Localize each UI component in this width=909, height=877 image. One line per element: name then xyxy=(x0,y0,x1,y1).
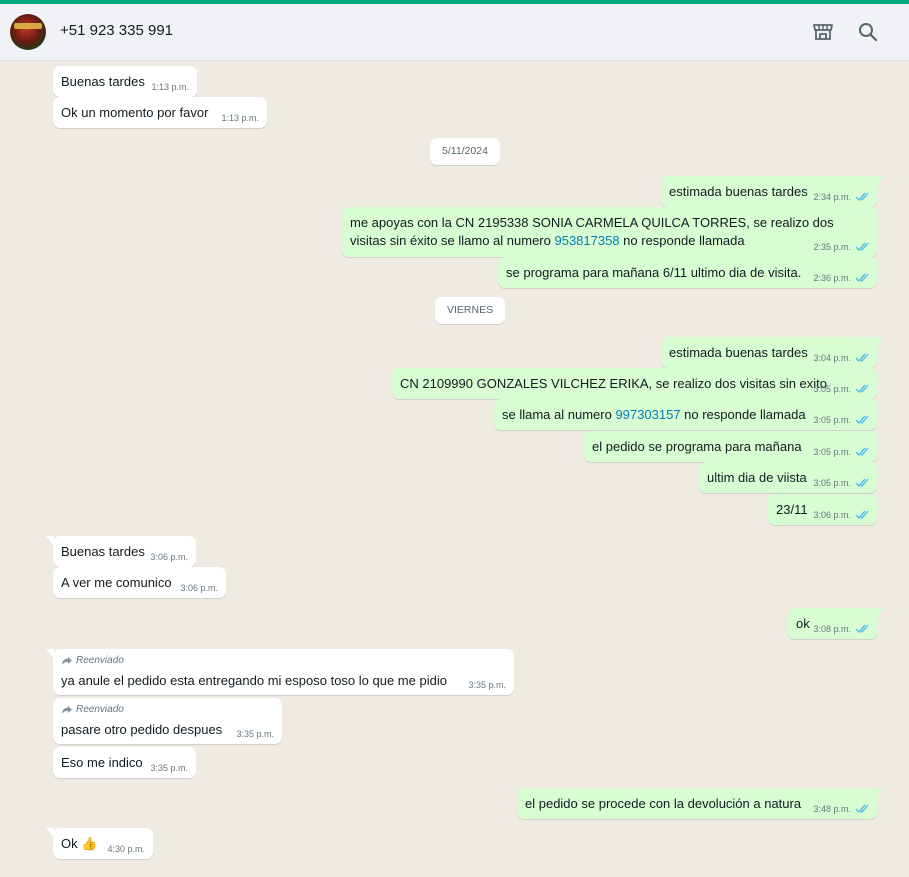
phone-link[interactable]: 953817358 xyxy=(554,233,619,248)
message-in[interactable]: Eso me indico 3:35 p.m. xyxy=(53,747,196,778)
forwarded-label: Reenviado xyxy=(61,704,124,715)
message-time: 3:06 p.m. xyxy=(180,583,218,593)
message-in[interactable]: A ver me comunico 3:06 p.m. xyxy=(53,567,226,598)
message-text: se programa para mañana 6/11 ultimo dia … xyxy=(506,265,802,280)
message-time: 2:35 p.m. xyxy=(813,242,851,252)
message-text: pasare otro pedido despues xyxy=(61,722,223,737)
message-text: estimada buenas tardes xyxy=(669,345,808,360)
message-out[interactable]: el pedido se procede con la devolución a… xyxy=(517,788,884,819)
read-ticks-icon xyxy=(855,447,869,457)
read-ticks-icon xyxy=(855,624,869,634)
message-out[interactable]: estimada buenas tardes 3:04 p.m. xyxy=(661,337,884,368)
forward-arrow-icon xyxy=(62,705,72,714)
contact-name[interactable]: +51 923 335 991 xyxy=(60,22,173,39)
message-in[interactable]: Reenviado ya anule el pedido esta entreg… xyxy=(46,649,514,695)
message-time: 1:13 p.m. xyxy=(151,82,189,92)
read-ticks-icon xyxy=(855,273,869,283)
message-in[interactable]: Buenas tardes 1:13 p.m. xyxy=(53,66,197,97)
message-text: Ok un momento por favor xyxy=(61,105,209,120)
message-text: 23/11 xyxy=(776,502,808,517)
message-time: 3:05 p.m. xyxy=(813,415,851,425)
phone-link[interactable]: 997303157 xyxy=(615,407,680,422)
message-time: 3:05 p.m. xyxy=(813,384,851,394)
avatar[interactable] xyxy=(10,14,46,50)
message-time: 3:35 p.m. xyxy=(468,680,506,690)
read-ticks-icon xyxy=(855,242,869,252)
chat-header[interactable]: +51 923 335 991 xyxy=(0,4,909,61)
message-time: 3:04 p.m. xyxy=(813,353,851,363)
message-text: se llama al numero 997303157 no responde… xyxy=(502,407,806,422)
message-text: CN 2109990 GONZALES VILCHEZ ERIKA, se re… xyxy=(400,376,828,391)
message-text: me apoyas con la CN 2195338 SONIA CARMEL… xyxy=(350,215,834,248)
message-in[interactable]: Ok un momento por favor 1:13 p.m. xyxy=(53,97,267,128)
read-ticks-icon xyxy=(855,478,869,488)
message-time: 3:48 p.m. xyxy=(813,804,851,814)
message-text: Buenas tardes xyxy=(61,74,145,89)
read-ticks-icon xyxy=(855,384,869,394)
message-text: ok xyxy=(796,616,810,631)
message-time: 3:35 p.m. xyxy=(150,763,188,773)
message-in[interactable]: Ok 👍 4:30 p.m. xyxy=(46,828,153,859)
search-icon[interactable] xyxy=(856,20,880,44)
read-ticks-icon xyxy=(855,353,869,363)
forwarded-label: Reenviado xyxy=(61,655,124,666)
message-time: 3:08 p.m. xyxy=(813,624,851,634)
message-text: A ver me comunico xyxy=(61,575,172,590)
message-out[interactable]: ultim dia de viista 3:05 p.m. xyxy=(699,462,877,493)
message-out[interactable]: el pedido se programa para mañana 3:05 p… xyxy=(584,431,877,462)
message-time: 3:05 p.m. xyxy=(813,478,851,488)
message-time: 1:13 p.m. xyxy=(221,113,259,123)
message-out[interactable]: se programa para mañana 6/11 ultimo dia … xyxy=(498,257,877,288)
message-out[interactable]: se llama al numero 997303157 no responde… xyxy=(494,399,877,430)
read-ticks-icon xyxy=(855,510,869,520)
message-time: 3:06 p.m. xyxy=(813,510,851,520)
message-time: 3:06 p.m. xyxy=(150,552,188,562)
message-text: el pedido se procede con la devolución a… xyxy=(525,796,802,811)
message-out[interactable]: 23/11 3:06 p.m. xyxy=(768,494,877,525)
message-text: Buenas tardes xyxy=(61,544,145,559)
message-text: ya anule el pedido esta entregando mi es… xyxy=(61,673,447,688)
message-out[interactable]: CN 2109990 GONZALES VILCHEZ ERIKA, se re… xyxy=(392,368,877,399)
message-in[interactable]: Reenviado pasare otro pedido despues 3:3… xyxy=(53,698,282,744)
shop-icon[interactable] xyxy=(811,20,835,44)
date-divider: VIERNES xyxy=(435,297,506,324)
message-text: Eso me indico xyxy=(61,755,143,770)
date-divider: 5/11/2024 xyxy=(430,138,500,165)
read-ticks-icon xyxy=(855,192,869,202)
message-list[interactable]: Buenas tardes 1:13 p.m. Ok un momento po… xyxy=(0,61,909,877)
message-text: Ok 👍 xyxy=(61,836,98,851)
thumbs-up-emoji: 👍 xyxy=(81,836,98,851)
message-out[interactable]: me apoyas con la CN 2195338 SONIA CARMEL… xyxy=(342,207,877,257)
message-text: el pedido se programa para mañana xyxy=(592,439,802,454)
message-text: ultim dia de viista xyxy=(707,470,807,485)
message-time: 3:05 p.m. xyxy=(813,447,851,457)
message-time: 2:36 p.m. xyxy=(813,273,851,283)
message-time: 2:34 p.m. xyxy=(813,192,851,202)
message-out[interactable]: estimada buenas tardes 2:34 p.m. xyxy=(661,176,884,207)
message-out[interactable]: ok 3:08 p.m. xyxy=(788,608,884,639)
read-ticks-icon xyxy=(855,804,869,814)
message-time: 4:30 p.m. xyxy=(107,844,145,854)
read-ticks-icon xyxy=(855,415,869,425)
message-text: estimada buenas tardes xyxy=(669,184,808,199)
message-in[interactable]: Buenas tardes 3:06 p.m. xyxy=(46,536,196,567)
forward-arrow-icon xyxy=(62,656,72,665)
message-time: 3:35 p.m. xyxy=(236,729,274,739)
